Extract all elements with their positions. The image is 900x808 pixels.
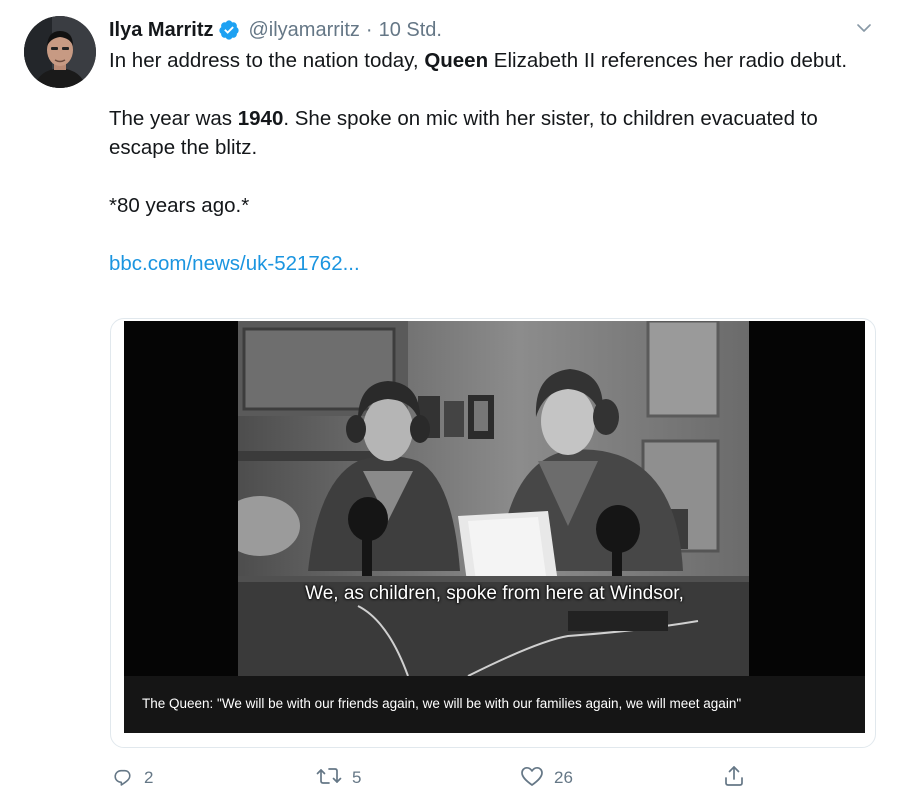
video-player[interactable]: We, as children, spoke from here at Wind… xyxy=(124,321,865,733)
chevron-down-icon[interactable] xyxy=(850,14,878,42)
retweet-count: 5 xyxy=(352,768,362,787)
video-caption: The Queen: "We will be with our friends … xyxy=(142,696,742,711)
reply-icon xyxy=(112,765,134,792)
author-handle[interactable]: @ilyamarritz xyxy=(248,19,359,42)
retweet-button[interactable]: 5 xyxy=(316,760,361,796)
separator-dot: · xyxy=(365,18,373,41)
author-name[interactable]: Ilya Marritz xyxy=(109,19,213,42)
tweet-link[interactable]: bbc.com/news/uk-521762... xyxy=(109,252,360,275)
video-caption-bar: The Queen: "We will be with our friends … xyxy=(124,676,865,733)
video-frame-image xyxy=(238,321,749,676)
avatar-image xyxy=(24,16,96,88)
heart-icon xyxy=(520,765,544,792)
tweet-actions: 2 5 26 xyxy=(0,760,900,796)
tweet[interactable]: Ilya Marritz @ilyamarritz · 10 Std. In h… xyxy=(0,0,900,808)
reply-count: 2 xyxy=(144,768,154,787)
tweet-paragraph: In her address to the nation today, Quee… xyxy=(109,49,848,72)
tweet-paragraph: The year was 1940. She spoke on mic with… xyxy=(109,107,818,159)
retweet-icon xyxy=(316,765,342,792)
reply-button[interactable]: 2 xyxy=(112,760,153,796)
like-button[interactable]: 26 xyxy=(520,760,573,796)
avatar[interactable] xyxy=(24,16,96,88)
share-button[interactable] xyxy=(722,760,746,796)
tweet-paragraph: *80 years ago.* xyxy=(109,194,250,217)
media-card[interactable]: We, as children, spoke from here at Wind… xyxy=(110,318,876,748)
tweet-header: Ilya Marritz @ilyamarritz · 10 Std. xyxy=(109,16,442,44)
timestamp[interactable]: 10 Std. xyxy=(379,19,442,42)
share-icon xyxy=(722,764,746,793)
tweet-text: In her address to the nation today, Quee… xyxy=(109,46,879,278)
video-subtitle: We, as children, spoke from here at Wind… xyxy=(305,583,684,604)
like-count: 26 xyxy=(554,768,573,787)
verified-badge-icon xyxy=(218,19,240,41)
